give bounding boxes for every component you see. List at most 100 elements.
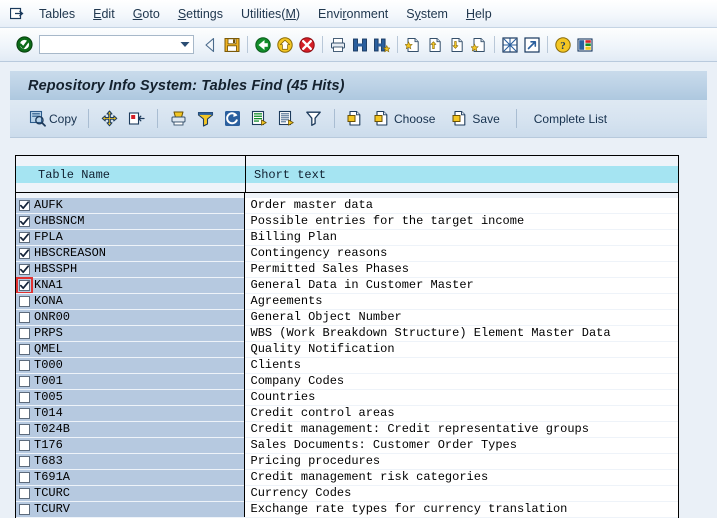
table-header-cell-short-text[interactable]: Short text	[246, 156, 678, 192]
table-cell-table-name[interactable]: T691A	[16, 469, 245, 485]
table-cell-short-text[interactable]: Company Codes	[244, 373, 678, 389]
row-checkbox-unchecked[interactable]	[19, 407, 30, 419]
row-checkbox-checked[interactable]	[19, 263, 30, 275]
table-cell-table-name[interactable]: T014	[16, 405, 245, 421]
paste-button[interactable]	[342, 106, 369, 132]
table-cell-short-text[interactable]: Credit management: Credit representative…	[244, 421, 678, 437]
deselect-all-button[interactable]	[123, 106, 150, 132]
command-input[interactable]	[40, 37, 177, 52]
table-cell-short-text[interactable]: Sales Documents: Customer Order Types	[244, 437, 678, 453]
table-cell-table-name[interactable]: T000	[16, 357, 245, 373]
table-row[interactable]: FPLA Billing Plan	[16, 229, 678, 245]
copy-button[interactable]: Copy	[24, 106, 81, 132]
table-header-cell-table-name[interactable]: Table Name	[16, 156, 246, 192]
table-cell-table-name[interactable]: HBSSPH	[16, 261, 245, 277]
row-checkbox-unchecked[interactable]	[19, 391, 30, 403]
table-cell-short-text[interactable]: Quality Notification	[244, 341, 678, 357]
table-cell-table-name[interactable]: AUFK	[16, 197, 245, 213]
table-cell-short-text[interactable]: Clients	[244, 357, 678, 373]
table-row[interactable]: HBSCREASON Contingency reasons	[16, 245, 678, 261]
row-checkbox-checked[interactable]	[19, 199, 30, 211]
row-checkbox-unchecked[interactable]	[19, 439, 30, 451]
table-cell-short-text[interactable]: Agreements	[244, 293, 678, 309]
table-row[interactable]: T691A Credit management risk categories	[16, 469, 678, 485]
menu-item-system[interactable]: System	[397, 4, 457, 24]
row-checkbox-unchecked[interactable]	[19, 295, 30, 307]
table-row[interactable]: CHBSNCM Possible entries for the target i…	[16, 213, 678, 229]
table-row[interactable]: T014 Credit control areas	[16, 405, 678, 421]
row-checkbox-checked[interactable]	[19, 215, 30, 227]
row-checkbox-unchecked[interactable]	[19, 375, 30, 387]
filter-button[interactable]	[300, 106, 327, 132]
table-cell-short-text[interactable]: Credit management risk categories	[244, 469, 678, 485]
table-row[interactable]: QMEL Quality Notification	[16, 341, 678, 357]
filter-funnel-button[interactable]	[192, 106, 219, 132]
row-checkbox-checked[interactable]	[19, 231, 30, 243]
row-checkbox-checked[interactable]	[16, 276, 33, 294]
table-cell-table-name[interactable]: T683	[16, 453, 245, 469]
row-checkbox-unchecked[interactable]	[19, 503, 30, 515]
enter-check-icon[interactable]	[14, 35, 34, 55]
table-row[interactable]: KONA Agreements	[16, 293, 678, 309]
table-row[interactable]: T000 Clients	[16, 357, 678, 373]
table-cell-table-name[interactable]: KNA1	[16, 276, 245, 294]
table-cell-short-text[interactable]: Countries	[244, 389, 678, 405]
table-cell-table-name[interactable]: T176	[16, 437, 245, 453]
cancel-red-icon[interactable]	[297, 35, 317, 55]
table-cell-table-name[interactable]: TCURC	[16, 485, 245, 501]
back-green-icon[interactable]	[253, 35, 273, 55]
menu-item-utilities[interactable]: Utilities(M)	[232, 4, 309, 24]
last-page-icon[interactable]	[469, 35, 489, 55]
table-cell-table-name[interactable]: T005	[16, 389, 245, 405]
table-cell-short-text[interactable]: Exchange rate types for currency transla…	[244, 501, 678, 517]
row-checkbox-unchecked[interactable]	[19, 311, 30, 323]
detail-list-button[interactable]	[246, 106, 273, 132]
table-cell-table-name[interactable]: T001	[16, 373, 245, 389]
table-body[interactable]: AUFK Order master data CHBSNCM Possible ent…	[15, 193, 679, 518]
table-cell-table-name[interactable]: HBSCREASON	[16, 245, 245, 261]
table-cell-table-name[interactable]: ONR00	[16, 309, 245, 325]
find-icon[interactable]	[350, 35, 370, 55]
table-row[interactable]: AUFK Order master data	[16, 197, 678, 213]
table-cell-short-text[interactable]: General Data in Customer Master	[244, 277, 678, 293]
table-cell-short-text[interactable]: General Object Number	[244, 309, 678, 325]
table-row[interactable]: TCURV Exchange rate types for currency tr…	[16, 501, 678, 517]
table-cell-table-name[interactable]: FPLA	[16, 229, 245, 245]
next-page-icon[interactable]	[447, 35, 467, 55]
complete-list-button[interactable]: Complete List	[530, 112, 611, 126]
table-cell-table-name[interactable]: KONA	[16, 293, 245, 309]
help-icon[interactable]: ?	[553, 35, 573, 55]
row-checkbox-unchecked[interactable]	[19, 471, 30, 483]
refresh-button[interactable]	[219, 106, 246, 132]
choose-button[interactable]: Choose	[369, 106, 439, 132]
row-checkbox-unchecked[interactable]	[19, 343, 30, 355]
row-checkbox-unchecked[interactable]	[19, 455, 30, 467]
menu-item-edit[interactable]: Edit	[84, 4, 124, 24]
previous-page-icon[interactable]	[425, 35, 445, 55]
table-row[interactable]: KNA1 General Data in Customer Master	[16, 276, 678, 294]
table-cell-short-text[interactable]: Pricing procedures	[244, 453, 678, 469]
print-icon[interactable]	[328, 35, 348, 55]
table-cell-short-text[interactable]: Billing Plan	[244, 229, 678, 245]
table-cell-table-name[interactable]: CHBSNCM	[16, 213, 245, 229]
menu-item-goto[interactable]: Goto	[124, 4, 169, 24]
system-menu-icon[interactable]	[4, 7, 30, 20]
table-cell-short-text[interactable]: Permitted Sales Phases	[244, 261, 678, 277]
table-row[interactable]: T024B Credit management: Credit represent…	[16, 421, 678, 437]
create-session-icon[interactable]	[500, 35, 520, 55]
table-cell-short-text[interactable]: WBS (Work Breakdown Structure) Element M…	[244, 325, 678, 341]
command-field-dropdown-icon[interactable]	[177, 36, 193, 53]
table-row[interactable]: T683 Pricing procedures	[16, 453, 678, 469]
table-row[interactable]: T176 Sales Documents: Customer Order Type…	[16, 437, 678, 453]
save-list-button[interactable]: Save	[447, 106, 503, 132]
row-checkbox-unchecked[interactable]	[19, 423, 30, 435]
customize-icon[interactable]	[575, 35, 595, 55]
create-shortcut-icon[interactable]	[522, 35, 542, 55]
list-button[interactable]	[273, 106, 300, 132]
find-next-icon[interactable]	[372, 35, 392, 55]
first-page-icon[interactable]	[403, 35, 423, 55]
menu-item-tables[interactable]: Tables	[30, 4, 84, 24]
table-row[interactable]: TCURC Currency Codes	[16, 485, 678, 501]
exit-yellow-icon[interactable]	[275, 35, 295, 55]
menu-item-environment[interactable]: Environment	[309, 4, 397, 24]
